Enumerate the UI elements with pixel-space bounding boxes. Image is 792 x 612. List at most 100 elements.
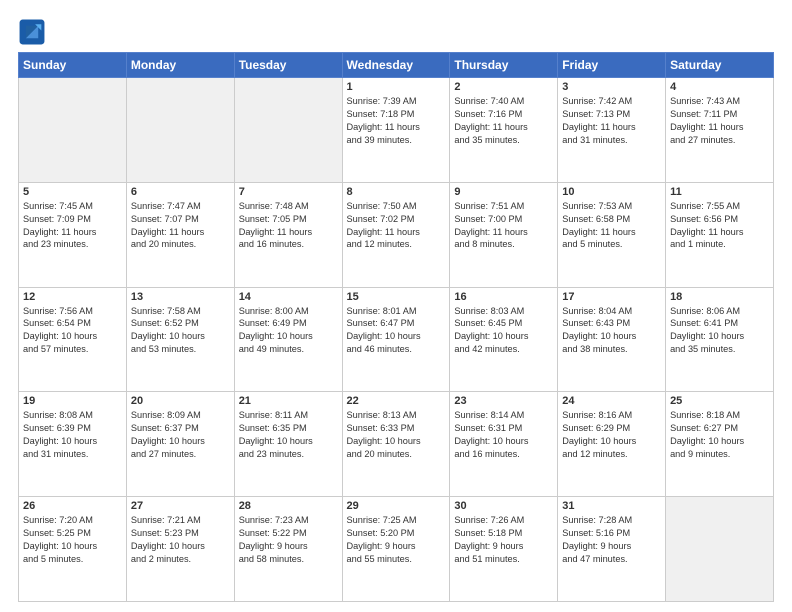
day-info: Sunrise: 7:45 AM Sunset: 7:09 PM Dayligh…: [23, 200, 122, 252]
calendar-cell: 22 Sunrise: 8:13 AM Sunset: 6:33 PM Dayli…: [342, 392, 450, 497]
day-info: Sunrise: 8:16 AM Sunset: 6:29 PM Dayligh…: [562, 409, 661, 461]
day-info: Sunrise: 8:03 AM Sunset: 6:45 PM Dayligh…: [454, 305, 553, 357]
calendar-cell: 24 Sunrise: 8:16 AM Sunset: 6:29 PM Dayli…: [558, 392, 666, 497]
day-number: 2: [454, 81, 553, 93]
calendar-cell: 14 Sunrise: 8:00 AM Sunset: 6:49 PM Dayli…: [234, 287, 342, 392]
day-info: Sunrise: 8:11 AM Sunset: 6:35 PM Dayligh…: [239, 409, 338, 461]
calendar-cell: 6Sunrise: 7:47 AM Sunset: 7:07 PM Daylig…: [126, 182, 234, 287]
calendar-cell: [19, 78, 127, 183]
day-number: 19: [23, 395, 122, 407]
day-number: 22: [347, 395, 446, 407]
page: SundayMondayTuesdayWednesdayThursdayFrid…: [0, 0, 792, 612]
day-info: Sunrise: 7:56 AM Sunset: 6:54 PM Dayligh…: [23, 305, 122, 357]
day-info: Sunrise: 7:21 AM Sunset: 5:23 PM Dayligh…: [131, 514, 230, 566]
day-number: 10: [562, 186, 661, 198]
day-number: 28: [239, 500, 338, 512]
calendar-cell: 18Sunrise: 8:06 AM Sunset: 6:41 PM Dayli…: [666, 287, 774, 392]
day-info: Sunrise: 8:13 AM Sunset: 6:33 PM Dayligh…: [347, 409, 446, 461]
day-number: 11: [670, 186, 769, 198]
day-info: Sunrise: 7:51 AM Sunset: 7:00 PM Dayligh…: [454, 200, 553, 252]
day-number: 14: [239, 291, 338, 303]
weekday-header-wednesday: Wednesday: [342, 53, 450, 78]
calendar-cell: [666, 497, 774, 602]
calendar-cell: 27Sunrise: 7:21 AM Sunset: 5:23 PM Dayli…: [126, 497, 234, 602]
weekday-header-friday: Friday: [558, 53, 666, 78]
calendar-cell: 21 Sunrise: 8:11 AM Sunset: 6:35 PM Dayli…: [234, 392, 342, 497]
day-info: Sunrise: 8:09 AM Sunset: 6:37 PM Dayligh…: [131, 409, 230, 461]
logo-icon: [18, 18, 46, 46]
calendar-cell: 23Sunrise: 8:14 AM Sunset: 6:31 PM Dayli…: [450, 392, 558, 497]
calendar-cell: 12 Sunrise: 7:56 AM Sunset: 6:54 PM Dayli…: [19, 287, 127, 392]
week-row-1: 5Sunrise: 7:45 AM Sunset: 7:09 PM Daylig…: [19, 182, 774, 287]
day-number: 18: [670, 291, 769, 303]
day-number: 29: [347, 500, 446, 512]
calendar: SundayMondayTuesdayWednesdayThursdayFrid…: [18, 52, 774, 602]
day-info: Sunrise: 7:23 AM Sunset: 5:22 PM Dayligh…: [239, 514, 338, 566]
day-info: Sunrise: 7:26 AM Sunset: 5:18 PM Dayligh…: [454, 514, 553, 566]
calendar-cell: 5Sunrise: 7:45 AM Sunset: 7:09 PM Daylig…: [19, 182, 127, 287]
calendar-cell: 16 Sunrise: 8:03 AM Sunset: 6:45 PM Dayli…: [450, 287, 558, 392]
day-number: 4: [670, 81, 769, 93]
day-number: 15: [347, 291, 446, 303]
day-number: 30: [454, 500, 553, 512]
day-number: 13: [131, 291, 230, 303]
day-info: Sunrise: 7:58 AM Sunset: 6:52 PM Dayligh…: [131, 305, 230, 357]
calendar-cell: 9Sunrise: 7:51 AM Sunset: 7:00 PM Daylig…: [450, 182, 558, 287]
day-info: Sunrise: 7:53 AM Sunset: 6:58 PM Dayligh…: [562, 200, 661, 252]
day-number: 12: [23, 291, 122, 303]
weekday-header-monday: Monday: [126, 53, 234, 78]
calendar-cell: 3Sunrise: 7:42 AM Sunset: 7:13 PM Daylig…: [558, 78, 666, 183]
calendar-cell: 25 Sunrise: 8:18 AM Sunset: 6:27 PM Dayli…: [666, 392, 774, 497]
day-info: Sunrise: 7:28 AM Sunset: 5:16 PM Dayligh…: [562, 514, 661, 566]
weekday-header-tuesday: Tuesday: [234, 53, 342, 78]
day-number: 3: [562, 81, 661, 93]
logo: [18, 18, 50, 46]
header: [18, 18, 774, 46]
day-number: 23: [454, 395, 553, 407]
day-number: 16: [454, 291, 553, 303]
day-info: Sunrise: 7:40 AM Sunset: 7:16 PM Dayligh…: [454, 95, 553, 147]
day-info: Sunrise: 8:18 AM Sunset: 6:27 PM Dayligh…: [670, 409, 769, 461]
day-number: 17: [562, 291, 661, 303]
day-number: 25: [670, 395, 769, 407]
weekday-header-saturday: Saturday: [666, 53, 774, 78]
calendar-cell: [234, 78, 342, 183]
calendar-cell: [126, 78, 234, 183]
calendar-cell: 28 Sunrise: 7:23 AM Sunset: 5:22 PM Dayli…: [234, 497, 342, 602]
week-row-4: 26 Sunrise: 7:20 AM Sunset: 5:25 PM Dayli…: [19, 497, 774, 602]
calendar-cell: 2 Sunrise: 7:40 AM Sunset: 7:16 PM Daylig…: [450, 78, 558, 183]
day-info: Sunrise: 8:04 AM Sunset: 6:43 PM Dayligh…: [562, 305, 661, 357]
calendar-cell: 8Sunrise: 7:50 AM Sunset: 7:02 PM Daylig…: [342, 182, 450, 287]
calendar-cell: 30 Sunrise: 7:26 AM Sunset: 5:18 PM Dayli…: [450, 497, 558, 602]
calendar-cell: 4 Sunrise: 7:43 AM Sunset: 7:11 PM Daylig…: [666, 78, 774, 183]
day-info: Sunrise: 7:43 AM Sunset: 7:11 PM Dayligh…: [670, 95, 769, 147]
calendar-cell: 31 Sunrise: 7:28 AM Sunset: 5:16 PM Dayli…: [558, 497, 666, 602]
calendar-cell: 26 Sunrise: 7:20 AM Sunset: 5:25 PM Dayli…: [19, 497, 127, 602]
calendar-cell: 11Sunrise: 7:55 AM Sunset: 6:56 PM Dayli…: [666, 182, 774, 287]
day-info: Sunrise: 8:00 AM Sunset: 6:49 PM Dayligh…: [239, 305, 338, 357]
day-info: Sunrise: 7:20 AM Sunset: 5:25 PM Dayligh…: [23, 514, 122, 566]
week-row-2: 12 Sunrise: 7:56 AM Sunset: 6:54 PM Dayli…: [19, 287, 774, 392]
day-info: Sunrise: 7:39 AM Sunset: 7:18 PM Dayligh…: [347, 95, 446, 147]
calendar-cell: 13 Sunrise: 7:58 AM Sunset: 6:52 PM Dayli…: [126, 287, 234, 392]
calendar-cell: 10 Sunrise: 7:53 AM Sunset: 6:58 PM Dayli…: [558, 182, 666, 287]
day-number: 6: [131, 186, 230, 198]
weekday-header-sunday: Sunday: [19, 53, 127, 78]
week-row-3: 19Sunrise: 8:08 AM Sunset: 6:39 PM Dayli…: [19, 392, 774, 497]
day-number: 20: [131, 395, 230, 407]
week-row-0: 1 Sunrise: 7:39 AM Sunset: 7:18 PM Daylig…: [19, 78, 774, 183]
day-number: 26: [23, 500, 122, 512]
calendar-cell: 29 Sunrise: 7:25 AM Sunset: 5:20 PM Dayli…: [342, 497, 450, 602]
day-info: Sunrise: 7:50 AM Sunset: 7:02 PM Dayligh…: [347, 200, 446, 252]
day-info: Sunrise: 7:25 AM Sunset: 5:20 PM Dayligh…: [347, 514, 446, 566]
day-number: 7: [239, 186, 338, 198]
day-info: Sunrise: 8:01 AM Sunset: 6:47 PM Dayligh…: [347, 305, 446, 357]
day-number: 1: [347, 81, 446, 93]
day-number: 31: [562, 500, 661, 512]
weekday-header-row: SundayMondayTuesdayWednesdayThursdayFrid…: [19, 53, 774, 78]
day-number: 21: [239, 395, 338, 407]
calendar-cell: 20 Sunrise: 8:09 AM Sunset: 6:37 PM Dayli…: [126, 392, 234, 497]
calendar-cell: 15 Sunrise: 8:01 AM Sunset: 6:47 PM Dayli…: [342, 287, 450, 392]
day-number: 24: [562, 395, 661, 407]
calendar-cell: 7Sunrise: 7:48 AM Sunset: 7:05 PM Daylig…: [234, 182, 342, 287]
